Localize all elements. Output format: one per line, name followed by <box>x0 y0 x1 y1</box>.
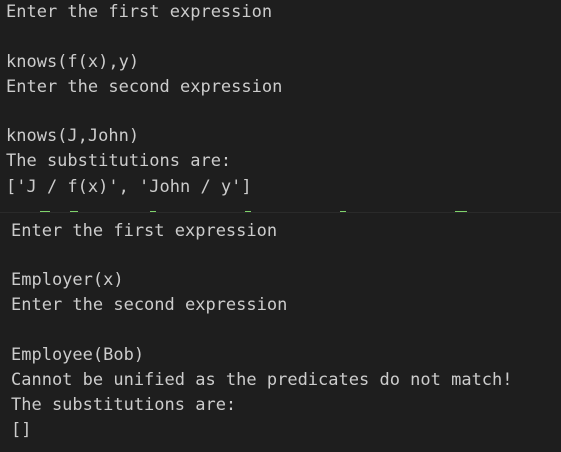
console-line: knows(J,John) <box>6 126 140 146</box>
console-line: Employee(Bob) <box>11 345 145 365</box>
terminal-window: Enter the first expression knows(f(x),y)… <box>0 0 561 452</box>
console-line: [] <box>11 420 32 440</box>
console-output-top: Enter the first expression knows(f(x),y)… <box>0 0 561 212</box>
console-line: Enter the first expression <box>11 221 278 241</box>
console-line: ['J / f(x)', 'John / y'] <box>6 177 252 197</box>
console-line: The substitutions are: <box>6 151 232 171</box>
console-line: Enter the second expression <box>11 295 288 315</box>
console-line: Enter the second expression <box>6 77 283 97</box>
console-output-bottom: Enter the first expression Employer(x) E… <box>0 212 561 452</box>
console-line: Enter the first expression <box>6 2 273 22</box>
console-line: The substitutions are: <box>11 395 237 415</box>
console-line: Employer(x) <box>11 270 124 290</box>
console-line: Cannot be unified as the predicates do n… <box>11 370 513 390</box>
console-line: knows(f(x),y) <box>6 52 140 72</box>
